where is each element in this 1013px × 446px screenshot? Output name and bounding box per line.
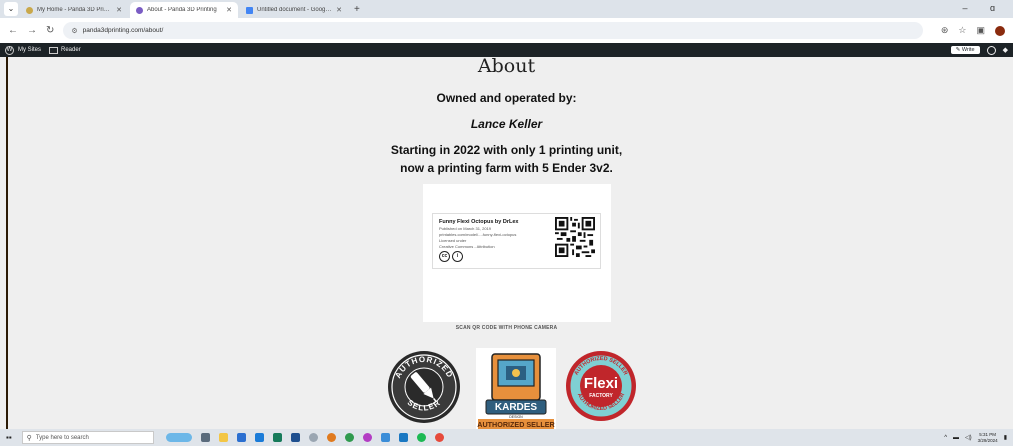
badge-2-sub: DESIGN xyxy=(509,415,523,419)
url-text: panda3dprinting.com/about/ xyxy=(82,27,164,34)
back-arrow-icon[interactable]: ← xyxy=(8,25,18,36)
vscode-icon[interactable] xyxy=(398,433,408,442)
qr-code-icon xyxy=(555,217,595,257)
tab-about[interactable]: About - Panda 3D Printing ✕ xyxy=(130,2,238,18)
tab-untitled-document[interactable]: Untitled document - Google Do ✕ xyxy=(240,2,348,18)
app-icon[interactable] xyxy=(434,433,444,442)
clock-time: 5:31 PM xyxy=(979,431,997,437)
page-title: About xyxy=(477,57,536,77)
taskbar-search-input[interactable]: ⚲ Type here to search xyxy=(21,431,154,444)
close-icon[interactable]: ✕ xyxy=(226,6,232,14)
tab-title: My Home - Panda 3D Printing xyxy=(37,7,113,13)
model-card: Funny Flexi Octopus by DrLex Published o… xyxy=(432,213,601,269)
wp-admin-bar: W My Sites Reader ✎ Write ◆ xyxy=(0,43,1013,57)
app-icon[interactable] xyxy=(380,433,390,442)
tray-chevron-icon[interactable]: ^ xyxy=(944,435,947,441)
attribution-icon: i xyxy=(452,251,463,262)
site-info-icon[interactable]: ⚙ xyxy=(71,27,77,35)
app-icon[interactable] xyxy=(308,433,318,442)
address-bar-row: ← → ↻ ⚙ panda3dprinting.com/about/ ⊛ ☆ ▣ xyxy=(0,18,1013,43)
clock[interactable]: 5:31 PM 3/29/2024 xyxy=(978,432,998,444)
profile-avatar[interactable] xyxy=(995,25,1005,36)
mail-icon[interactable] xyxy=(254,433,264,442)
story-line-2: now a printing farm with 5 Ender 3v2. xyxy=(400,161,613,175)
kardes-badge: KARDES DESIGN AUTHORIZED SELLER xyxy=(476,348,556,429)
notification-icon[interactable]: ▮ xyxy=(1004,434,1007,441)
app-icon[interactable] xyxy=(326,433,336,442)
favicon-icon xyxy=(26,6,33,14)
owned-label: Owned and operated by: xyxy=(436,91,577,105)
account-icon[interactable] xyxy=(986,45,996,55)
tab-my-home[interactable]: My Home - Panda 3D Printing ✕ xyxy=(20,2,128,18)
badge-3-word: Flexi xyxy=(584,375,618,392)
new-tab-button[interactable]: + xyxy=(354,4,360,15)
left-accent-bar xyxy=(6,57,8,429)
search-placeholder: Type here to search xyxy=(35,434,89,441)
extension-icon[interactable]: ⊛ xyxy=(941,25,949,36)
browser-tab-strip: ⌄ My Home - Panda 3D Printing ✕ About - … xyxy=(0,0,1013,18)
start-windows-icon[interactable]: ▪▪ xyxy=(6,433,12,442)
tab-search-icon[interactable]: ⌄ xyxy=(4,2,18,16)
close-icon[interactable]: ✕ xyxy=(336,6,342,14)
wordpress-icon[interactable]: W xyxy=(5,45,14,55)
story-line-1: Starting in 2022 with only 1 printing un… xyxy=(390,143,623,157)
network-icon[interactable]: ▬ xyxy=(953,435,959,441)
chrome-icon[interactable] xyxy=(344,433,354,442)
notifications-icon[interactable]: ◆ xyxy=(1003,46,1008,54)
bookmark-star-icon[interactable]: ☆ xyxy=(958,25,966,36)
model-card-image: Funny Flexi Octopus by DrLex Published o… xyxy=(423,184,611,322)
task-view-icon[interactable] xyxy=(200,433,210,442)
spotify-icon[interactable] xyxy=(416,433,426,442)
reader-icon[interactable] xyxy=(49,46,59,54)
write-button[interactable]: ✎ Write xyxy=(950,46,980,54)
reader-link[interactable]: Reader xyxy=(61,47,81,53)
close-icon[interactable]: ✕ xyxy=(116,6,122,14)
url-bar[interactable]: ⚙ panda3dprinting.com/about/ xyxy=(63,22,924,39)
write-label: Write xyxy=(961,47,975,53)
system-tray: ^ ▬ ◁) 5:31 PM 3/29/2024 ▮ xyxy=(944,432,1007,444)
authorized-seller-badge: AUTHORIZED SELLER xyxy=(388,351,460,423)
owner-name: Lance Keller xyxy=(470,117,543,131)
store-icon[interactable] xyxy=(236,433,246,442)
search-icon: ⚲ xyxy=(26,434,32,442)
favicon-icon xyxy=(136,6,143,14)
sidepanel-icon[interactable]: ▣ xyxy=(976,25,985,36)
google-docs-icon xyxy=(246,6,253,14)
volume-icon[interactable]: ◁) xyxy=(965,434,972,441)
badge-2-bottom-text: AUTHORIZED SELLER xyxy=(477,420,555,429)
app-icon[interactable] xyxy=(290,433,300,442)
scan-instruction: SCAN QR CODE WITH PHONE CAMERA xyxy=(455,325,558,331)
window-controls[interactable]: – ɑ xyxy=(962,3,1005,13)
forward-arrow-icon[interactable]: → xyxy=(27,25,37,36)
page-content: About Owned and operated by: Lance Kelle… xyxy=(0,57,1013,429)
badge-2-name: KARDES xyxy=(495,402,538,413)
file-explorer-icon[interactable] xyxy=(218,433,228,442)
creative-commons-icon: cc xyxy=(439,251,450,262)
widgets-icon[interactable] xyxy=(165,433,192,442)
my-sites-link[interactable]: My Sites xyxy=(18,47,41,53)
reload-icon[interactable]: ↻ xyxy=(46,25,54,36)
app-icon[interactable] xyxy=(362,433,372,442)
windows-taskbar: ▪▪ ⚲ Type here to search ^ ▬ ◁) 5:31 PM … xyxy=(0,429,1013,446)
tab-title: Untitled document - Google Do xyxy=(257,7,333,13)
flexi-factory-badge: Flexi FACTORY AUTHORIZED SELLER AUTHORIZ… xyxy=(566,351,636,421)
tab-title: About - Panda 3D Printing xyxy=(147,7,217,13)
clock-date: 3/29/2024 xyxy=(977,437,998,443)
app-icon[interactable] xyxy=(272,433,282,442)
badge-3-word2: FACTORY xyxy=(589,393,613,399)
